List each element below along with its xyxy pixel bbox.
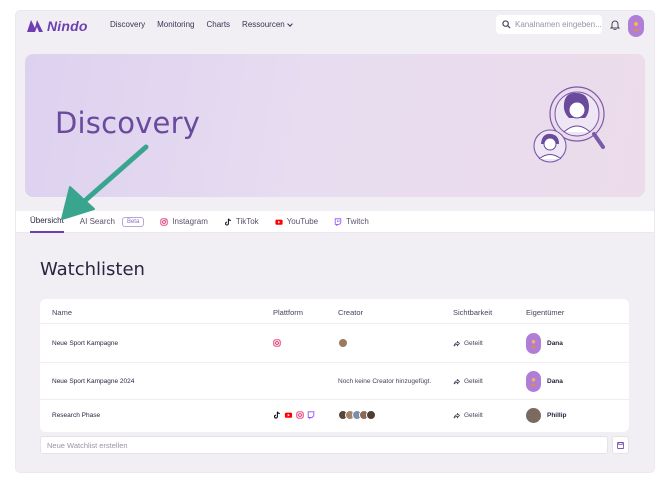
- owner-name: Dana: [547, 378, 563, 385]
- watchlist-name[interactable]: Neue Sport Kampagne 2024: [52, 378, 134, 385]
- owner-avatar: [526, 408, 541, 423]
- share-icon: [453, 340, 460, 347]
- owner-cell: Dana: [526, 333, 563, 354]
- tiktok-icon: [273, 411, 280, 419]
- header-platform[interactable]: Plattform: [273, 308, 303, 317]
- share-icon: [453, 412, 460, 419]
- main-nav: Discovery Monitoring Charts Ressourcen: [110, 20, 293, 29]
- owner-name: Phillip: [547, 412, 567, 419]
- nindo-logo-icon: [27, 20, 43, 32]
- no-creator-text: Noch keine Creator hinzugefügt.: [338, 378, 432, 385]
- logo[interactable]: Nindo: [26, 18, 88, 34]
- twitch-icon: [334, 217, 342, 226]
- instagram-icon: [273, 339, 281, 347]
- tab-overview[interactable]: Übersicht: [30, 211, 64, 233]
- visibility-cell: Geteilt: [453, 378, 483, 385]
- creator-avatar: [366, 410, 376, 420]
- new-watchlist-input[interactable]: [40, 436, 608, 454]
- search-input[interactable]: [515, 20, 601, 29]
- platform-icons: [273, 411, 315, 419]
- tab-instagram[interactable]: Instagram: [160, 211, 208, 233]
- avatar-figure-icon: [530, 340, 537, 348]
- instagram-icon: [160, 217, 168, 226]
- search-box[interactable]: [496, 15, 602, 34]
- top-bar: Nindo Discovery Monitoring Charts Ressou…: [16, 11, 654, 41]
- nav-ressourcen-label: Ressourcen: [242, 20, 285, 29]
- hero-title: Discovery: [55, 106, 201, 140]
- watchlist-table: Name Plattform Creator Sichtbarkeit Eige…: [40, 299, 629, 432]
- tab-instagram-label: Instagram: [172, 217, 208, 226]
- annotation-arrow-icon: [61, 144, 149, 220]
- watchlist-name[interactable]: Neue Sport Kampagne: [52, 340, 118, 347]
- header-creator[interactable]: Creator: [338, 308, 363, 317]
- table-row[interactable]: Research Phase Geteilt Phillip: [40, 400, 629, 432]
- visibility-label: Geteilt: [464, 412, 483, 419]
- owner-cell: Dana: [526, 371, 563, 392]
- owner-avatar: [526, 333, 541, 354]
- creator-avatars: [338, 338, 348, 348]
- nav-ressourcen[interactable]: Ressourcen: [242, 20, 293, 29]
- header-visibility[interactable]: Sichtbarkeit: [453, 308, 492, 317]
- save-icon: [617, 441, 624, 449]
- visibility-cell: Geteilt: [453, 412, 483, 419]
- table-row[interactable]: Neue Sport Kampagne Geteilt Dana: [40, 324, 629, 363]
- bell-icon[interactable]: [610, 19, 620, 30]
- search-icon: [502, 20, 511, 29]
- tab-twitch-label: Twitch: [346, 217, 369, 226]
- tab-twitch[interactable]: Twitch: [334, 211, 369, 233]
- tab-youtube-label: YouTube: [286, 217, 319, 226]
- people-magnifier-illustration-icon: [533, 86, 605, 163]
- owner-name: Dana: [547, 340, 563, 347]
- table-header: Name Plattform Creator Sichtbarkeit Eige…: [40, 299, 629, 324]
- nav-charts[interactable]: Charts: [206, 20, 230, 29]
- visibility-cell: Geteilt: [453, 340, 483, 347]
- watchlist-name[interactable]: Research Phase: [52, 412, 100, 419]
- visibility-label: Geteilt: [464, 378, 483, 385]
- youtube-icon: [284, 412, 293, 418]
- instagram-icon: [296, 411, 304, 419]
- owner-avatar: [526, 371, 541, 392]
- share-icon: [453, 378, 460, 385]
- avatar-figure-icon: [633, 22, 639, 31]
- visibility-label: Geteilt: [464, 340, 483, 347]
- owner-cell: Phillip: [526, 408, 567, 423]
- tab-youtube[interactable]: YouTube: [275, 211, 318, 233]
- creator-avatar: [338, 338, 348, 348]
- header-name[interactable]: Name: [52, 308, 72, 317]
- twitch-icon: [307, 411, 315, 419]
- table-row[interactable]: Neue Sport Kampagne 2024 Noch keine Crea…: [40, 363, 629, 400]
- creator-avatars: [338, 410, 376, 420]
- logo-text: Nindo: [47, 18, 88, 34]
- tiktok-icon: [224, 218, 231, 226]
- header-owner[interactable]: Eigentümer: [526, 308, 564, 317]
- tab-tiktok[interactable]: TikTok: [224, 211, 259, 233]
- chevron-down-icon: [286, 21, 293, 27]
- app-window: Nindo Discovery Monitoring Charts Ressou…: [16, 11, 654, 472]
- nav-discovery[interactable]: Discovery: [110, 20, 145, 29]
- platform-icons: [273, 339, 281, 347]
- youtube-icon: [275, 219, 283, 225]
- section-title: Watchlisten: [40, 259, 145, 280]
- save-button[interactable]: [612, 436, 629, 454]
- nav-monitoring[interactable]: Monitoring: [157, 20, 194, 29]
- tab-overview-label: Übersicht: [30, 216, 64, 225]
- avatar-figure-icon: [530, 378, 537, 386]
- user-avatar[interactable]: [628, 15, 644, 37]
- tab-tiktok-label: TikTok: [235, 217, 259, 226]
